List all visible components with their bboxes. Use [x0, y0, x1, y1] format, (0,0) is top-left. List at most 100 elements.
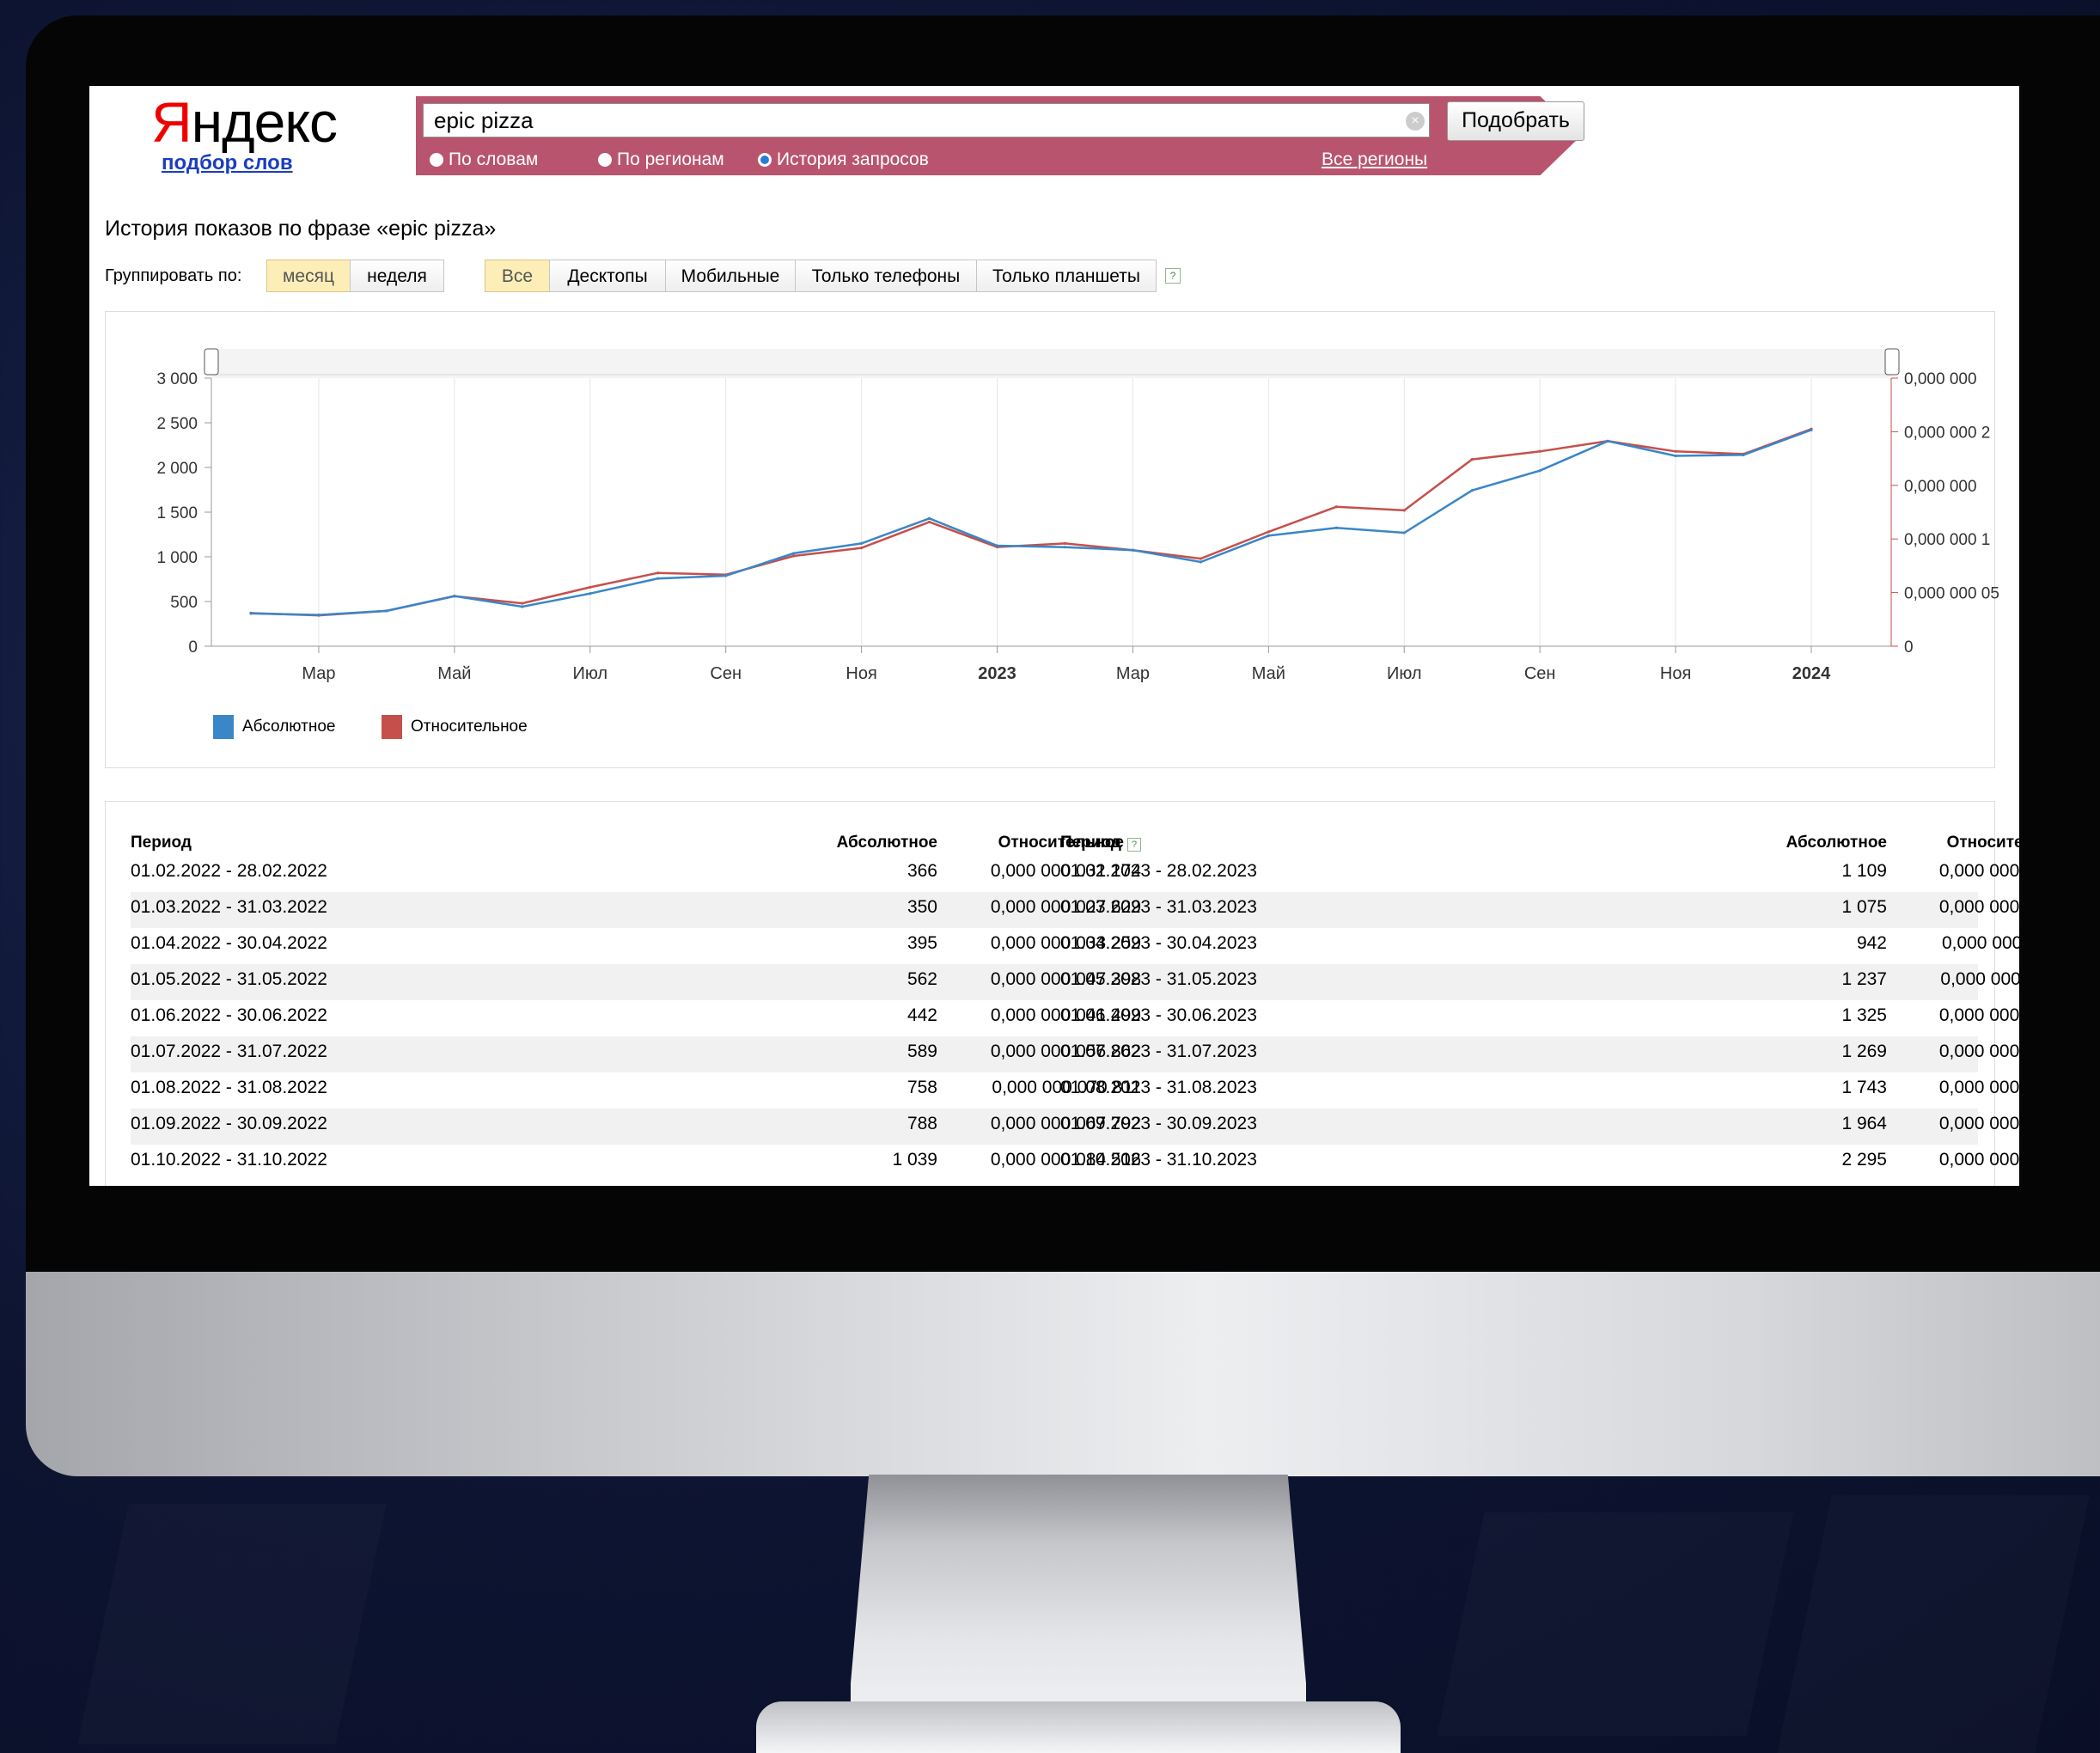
col-period-left: Период — [131, 834, 192, 852]
y-tick-label: 2 000 — [156, 460, 198, 478]
series-point — [249, 612, 253, 615]
series-point — [1470, 458, 1474, 461]
y2-tick-label: 0,000 000 — [1904, 478, 1977, 496]
y-tick-label: 500 — [170, 594, 198, 612]
series-point — [1538, 449, 1541, 453]
series-point — [385, 609, 388, 613]
series-point — [995, 544, 999, 547]
absolute-cell: 1 109 — [1841, 861, 1887, 881]
x-tick-label: Сен — [710, 664, 742, 683]
period-cell: 01.09.2023 - 30.09.2023 — [1060, 1114, 1257, 1133]
range-handle-right-icon[interactable] — [1884, 348, 1900, 376]
series-point — [1199, 557, 1202, 560]
x-tick-label: Мар — [1116, 664, 1150, 683]
series-point — [1470, 489, 1474, 492]
col-absolute-right: Абсолютное — [1786, 834, 1887, 852]
help-icon[interactable]: ? — [1127, 838, 1141, 852]
legend-item-relative[interactable]: Относительное — [382, 715, 528, 739]
screen: Яндекс подбор слов × Подобрать По словам… — [89, 86, 2019, 1186]
series-point — [1334, 505, 1338, 509]
series-point — [1267, 534, 1270, 537]
col-period-right: Период — [1060, 834, 1121, 852]
absolute-cell: 395 — [907, 933, 937, 953]
y-tick-label: 1 500 — [156, 504, 198, 522]
y2-tick-label: 0,000 000 1 — [1904, 531, 1990, 549]
period-cell: 01.04.2023 - 30.04.2023 — [1060, 933, 1257, 953]
series-line-absolute — [250, 429, 1812, 616]
relative-cell: 0,000 000 193 597 — [1938, 1150, 2019, 1170]
period-cell: 01.10.2023 - 31.10.2023 — [1060, 1150, 1257, 1170]
x-tick-label: Сен — [1524, 664, 1556, 683]
series-point — [317, 614, 320, 617]
range-selector-bar — [211, 349, 1891, 378]
absolute-cell: 788 — [907, 1114, 937, 1133]
series-line-relative — [250, 428, 1812, 617]
series-point — [1674, 449, 1677, 453]
x-tick-label: Ноя — [1660, 664, 1691, 683]
series-point — [521, 602, 524, 605]
period-cell: 01.06.2022 - 30.06.2022 — [131, 1005, 327, 1025]
series-point — [656, 577, 660, 580]
series-point — [1199, 560, 1202, 564]
period-cell: 01.04.2022 - 30.04.2022 — [131, 933, 327, 953]
series-point — [589, 592, 592, 596]
series-point — [1674, 454, 1677, 458]
series-point — [589, 585, 592, 589]
y-tick-label: 2 500 — [156, 415, 198, 433]
y-tick-label: 1 000 — [156, 549, 198, 567]
series-point — [792, 552, 796, 555]
relative-cell: 0,000 000 086 974 — [1938, 897, 2019, 917]
series-point — [1606, 439, 1609, 443]
absolute-cell: 350 — [907, 897, 937, 917]
x-tick-label: Мар — [302, 664, 335, 683]
absolute-cell: 942 — [1856, 933, 1887, 953]
x-tick-label: Июл — [1387, 664, 1422, 683]
relative-cell: 0,000 000 183 740 — [1938, 1114, 2019, 1133]
x-tick-label: Май — [437, 664, 471, 683]
y2-tick-label: 0,000 000 — [1904, 370, 1977, 388]
y-tick-label: 3 000 — [156, 370, 198, 388]
absolute-cell: 366 — [907, 861, 937, 881]
col-absolute-left: Абсолютное — [836, 834, 937, 852]
series-point — [1063, 546, 1067, 549]
absolute-cell: 589 — [907, 1041, 937, 1061]
series-point — [927, 520, 931, 524]
relative-cell: 0,000 000 130 083 — [1938, 1005, 2019, 1025]
series-point — [1810, 428, 1813, 431]
relative-cell: 0,000 000 174 686 — [1938, 1078, 2019, 1097]
y2-tick-label: 0,000 000 05 — [1904, 585, 1999, 603]
series-point — [521, 605, 524, 608]
absolute-cell: 2 295 — [1841, 1150, 1887, 1170]
y2-tick-label: 0,000 000 2 — [1904, 424, 1990, 442]
period-cell: 01.09.2022 - 30.09.2022 — [131, 1114, 327, 1133]
series-point — [1334, 526, 1338, 529]
period-cell: 01.07.2023 - 31.07.2023 — [1060, 1041, 1257, 1061]
period-cell: 01.03.2022 - 31.03.2022 — [131, 897, 327, 917]
series-point — [1538, 469, 1541, 473]
range-handle-left-icon[interactable] — [204, 348, 219, 376]
x-tick-label: Май — [1252, 664, 1285, 683]
absolute-cell: 1 325 — [1841, 1005, 1887, 1025]
period-cell: 01.02.2022 - 28.02.2022 — [131, 861, 327, 881]
absolute-cell: 1 075 — [1841, 897, 1887, 917]
series-point — [860, 547, 864, 550]
series-point — [792, 554, 796, 558]
relative-cell: 0,000 000 082 111 — [1941, 933, 2019, 953]
relative-cell: 0,000 000 097 819 — [1938, 861, 2019, 881]
period-cell: 01.02.2023 - 28.02.2023 — [1060, 861, 1257, 881]
period-cell: 01.08.2023 - 31.08.2023 — [1060, 1078, 1257, 1097]
y2-tick-label: 0 — [1904, 638, 1914, 657]
y-tick-label: 0 — [188, 638, 198, 657]
absolute-cell: 1 964 — [1841, 1114, 1887, 1133]
period-cell: 01.08.2022 - 31.08.2022 — [131, 1078, 327, 1097]
relative-cell: 0,000 000 110 045 — [1940, 969, 2019, 989]
absolute-cell: 442 — [907, 1005, 937, 1025]
legend-item-absolute[interactable]: Абсолютное — [213, 715, 335, 739]
series-point — [1402, 509, 1406, 512]
series-point — [1063, 541, 1067, 546]
series-point — [656, 571, 660, 575]
absolute-cell: 1 039 — [892, 1150, 937, 1170]
period-cell: 01.03.2023 - 31.03.2023 — [1060, 897, 1257, 917]
relative-cell: 0,000 000 126 643 — [1938, 1041, 2019, 1061]
period-cell: 01.06.2023 - 30.06.2023 — [1060, 1005, 1257, 1025]
